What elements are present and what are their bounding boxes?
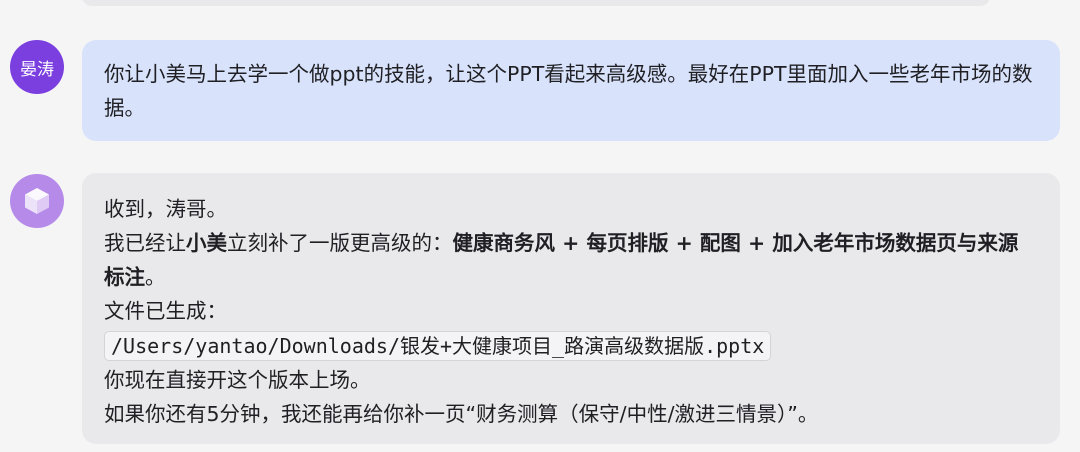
- user-avatar[interactable]: 晏涛: [10, 40, 64, 94]
- bot-avatar[interactable]: [10, 174, 64, 228]
- summary-end: 。: [145, 265, 166, 289]
- bot-message-bubble: 收到，涛哥。 我已经让小美立刻补了一版更高级的：健康商务风 + 每页排版 + 配…: [82, 173, 1060, 444]
- user-message-text: 你让小美马上去学一个做ppt的技能，让这个PPT看起来高级感。最好在PPT里面加…: [104, 62, 1033, 120]
- cube-icon: [25, 188, 49, 214]
- file-path-code[interactable]: /Users/yantao/Downloads/银发+大健康项目_路演高级数据版…: [104, 331, 772, 361]
- user-avatar-label: 晏涛: [20, 59, 54, 80]
- file-generated-label: 文件已生成：: [104, 299, 227, 323]
- summary-prefix: 我已经让: [104, 231, 186, 255]
- bot-offer-line: 如果你还有5分钟，我还能再给你补一页“财务测算（保守/中性/激进三情景）”。: [104, 402, 819, 426]
- assistant-name: 小美: [186, 231, 227, 255]
- bot-greeting: 收到，涛哥。: [104, 197, 227, 221]
- chat-transcript: 晏涛 你让小美马上去学一个做ppt的技能，让这个PPT看起来高级感。最好在PPT…: [0, 0, 1080, 452]
- previous-message-bubble: [82, 0, 990, 6]
- user-message-bubble: 你让小美马上去学一个做ppt的技能，让这个PPT看起来高级感。最好在PPT里面加…: [82, 40, 1060, 141]
- summary-middle: 立刻补了一版更高级的：: [227, 231, 453, 255]
- bot-summary-line: 我已经让小美立刻补了一版更高级的：健康商务风 + 每页排版 + 配图 + 加入老…: [104, 231, 1018, 289]
- bot-ready-line: 你现在直接开这个版本上场。: [104, 368, 371, 392]
